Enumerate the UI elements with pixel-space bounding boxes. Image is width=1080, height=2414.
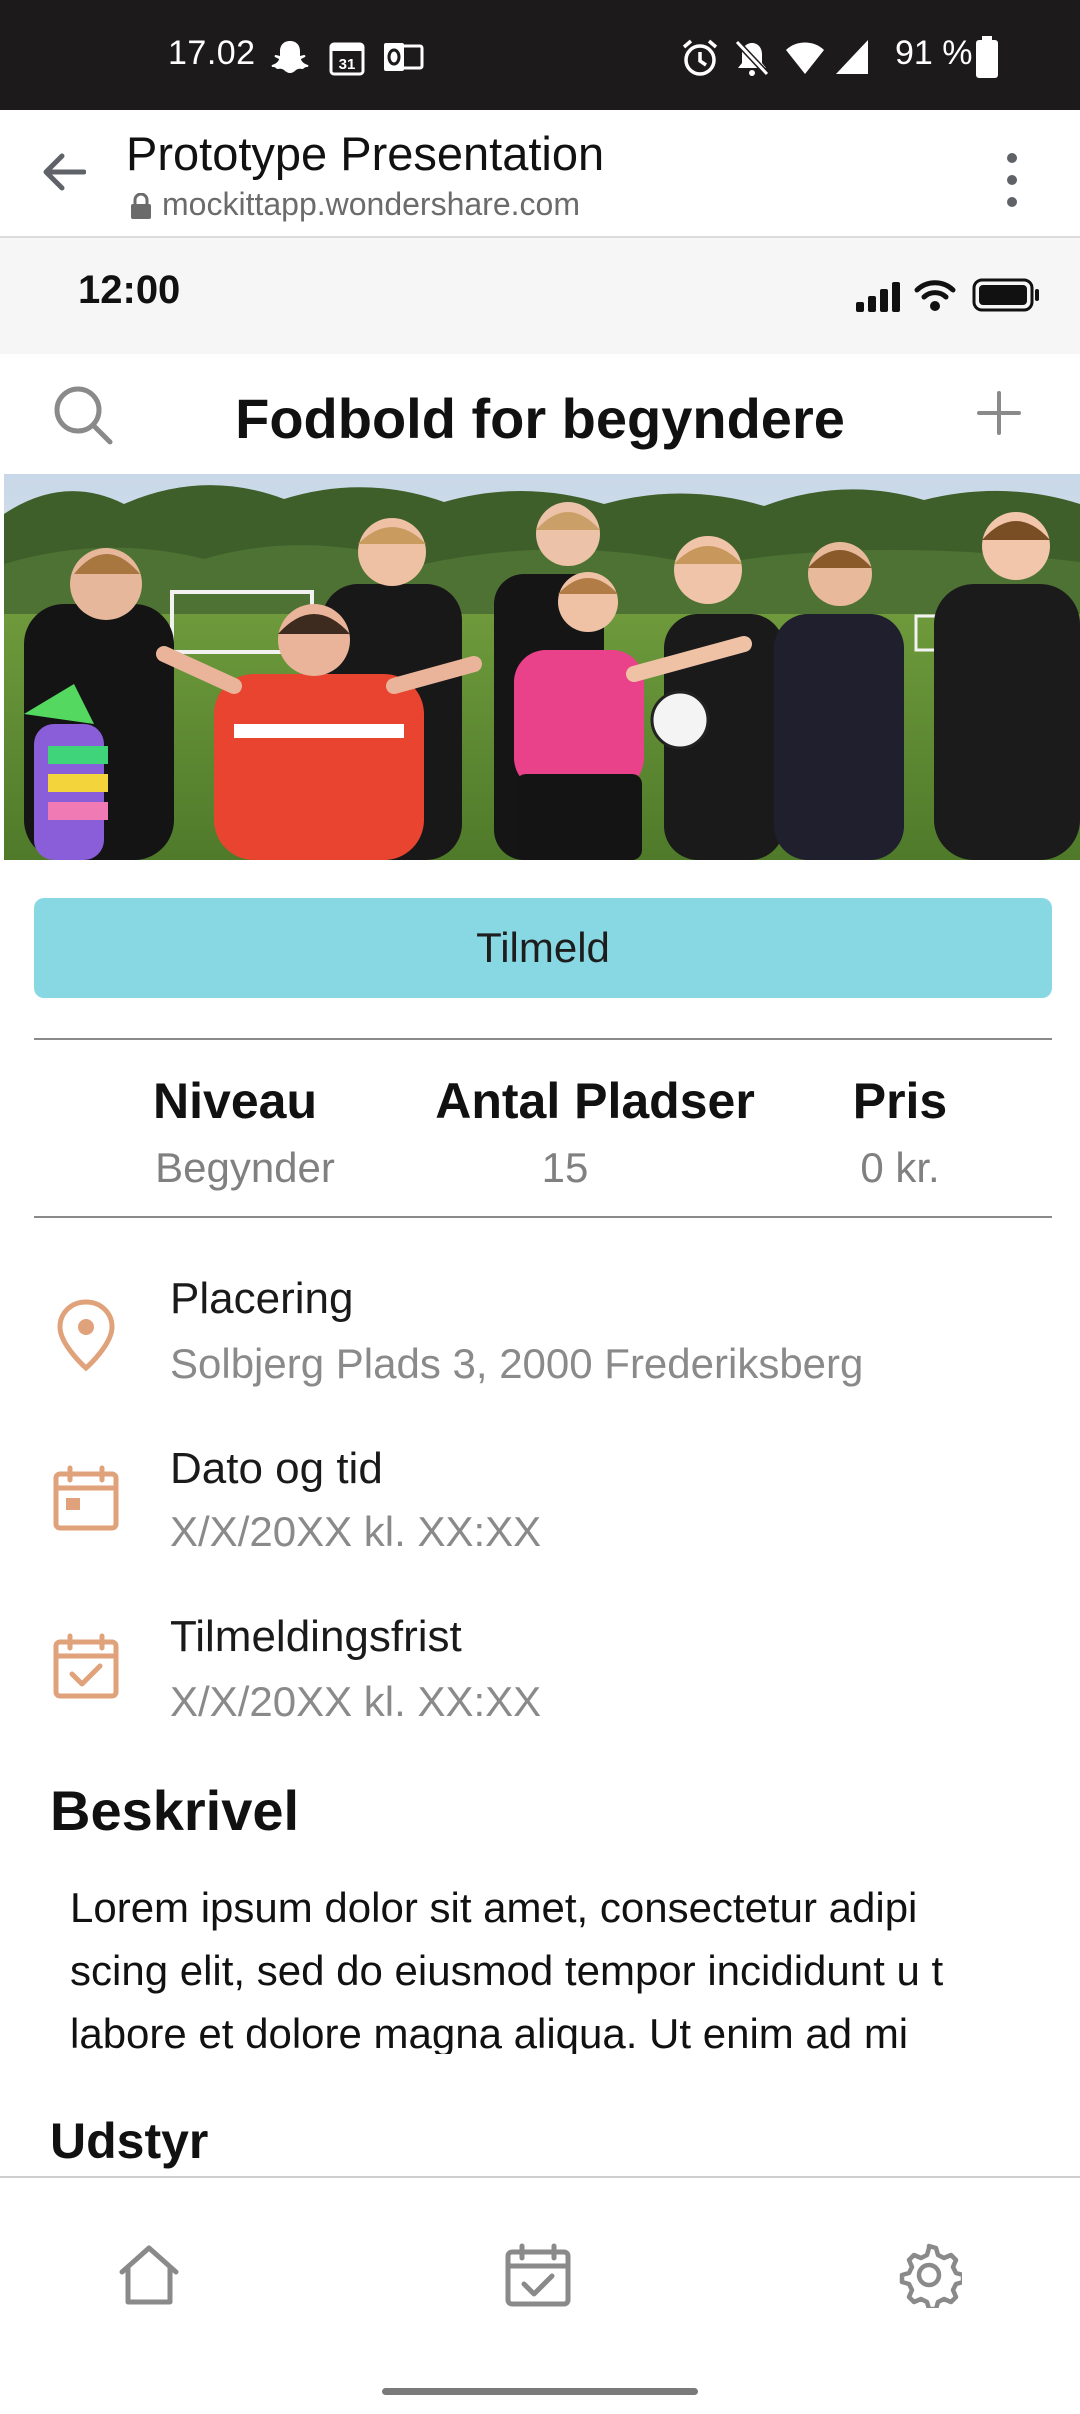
settings-gear-icon[interactable] bbox=[896, 2242, 962, 2308]
stat-label-level: Niveau bbox=[153, 1073, 317, 1129]
mute-icon bbox=[734, 39, 770, 77]
stat-value-level: Begynder bbox=[155, 1144, 335, 1191]
alarm-icon bbox=[682, 39, 718, 76]
home-icon[interactable] bbox=[116, 2242, 182, 2306]
location-pin-icon bbox=[57, 1299, 115, 1372]
divider bbox=[34, 1216, 1052, 1218]
divider bbox=[34, 1038, 1052, 1040]
back-arrow-icon[interactable] bbox=[40, 152, 86, 192]
signup-button-label: Tilmeld bbox=[476, 924, 610, 971]
url-text: mockittapp.wondershare.com bbox=[162, 186, 580, 222]
stat-value-price: 0 kr. bbox=[860, 1144, 940, 1191]
system-status-bar: 17.02 31 91 % bbox=[0, 0, 1080, 110]
browser-page-title: Prototype Presentation bbox=[126, 127, 605, 180]
hero-photo bbox=[4, 474, 1080, 860]
signal-icon bbox=[836, 40, 868, 74]
more-vert-icon[interactable] bbox=[1000, 150, 1024, 210]
battery-icon bbox=[972, 278, 1039, 312]
calendar-icon bbox=[53, 1465, 119, 1531]
stat-value-spots: 15 bbox=[541, 1144, 589, 1191]
search-icon[interactable] bbox=[52, 384, 114, 446]
system-clock: 17.02 bbox=[168, 34, 256, 72]
wifi-icon bbox=[786, 42, 824, 74]
description-heading: Beskrivel bbox=[50, 1779, 300, 1842]
deadline-value: X/X/20XX kl. XX:XX bbox=[170, 1678, 542, 1725]
battery-icon bbox=[976, 36, 998, 78]
lock-icon bbox=[130, 192, 152, 224]
calendar-check-icon bbox=[53, 1633, 119, 1699]
location-label: Placering bbox=[170, 1274, 354, 1323]
datetime-value: X/X/20XX kl. XX:XX bbox=[170, 1508, 542, 1555]
app-header: Fodbold for begyndere bbox=[0, 354, 1080, 474]
calendar-icon: 31 bbox=[329, 42, 365, 76]
calendar-day-text: 31 bbox=[339, 56, 356, 73]
stat-label-price: Pris bbox=[852, 1073, 948, 1129]
gesture-handle[interactable] bbox=[382, 2388, 698, 2395]
calendar-nav-icon[interactable] bbox=[504, 2242, 572, 2308]
stat-label-spots: Antal Pladser bbox=[435, 1073, 755, 1129]
signup-button[interactable]: Tilmeld bbox=[34, 898, 1052, 998]
prototype-status-bar: 12:00 bbox=[0, 238, 1080, 354]
deadline-label: Tilmeldingsfrist bbox=[170, 1612, 462, 1661]
equipment-heading: Udstyr bbox=[50, 2113, 209, 2169]
datetime-label: Dato og tid bbox=[170, 1444, 383, 1493]
browser-toolbar: Prototype Presentation mockittapp.wonder… bbox=[0, 110, 1080, 238]
wifi-icon bbox=[914, 280, 956, 311]
prototype-clock: 12:00 bbox=[78, 268, 181, 312]
plus-icon[interactable] bbox=[976, 390, 1022, 436]
cell-signal-icon bbox=[856, 282, 900, 312]
bottom-navigation bbox=[0, 2176, 1080, 2414]
description-text: Lorem ipsum dolor sit amet, consectetur … bbox=[70, 1884, 944, 2054]
outlook-icon bbox=[384, 43, 424, 71]
snapchat-icon bbox=[271, 41, 309, 73]
battery-percent: 91 % bbox=[895, 34, 973, 72]
location-value: Solbjerg Plads 3, 2000 Frederiksberg bbox=[170, 1340, 864, 1387]
page-title: Fodbold for begyndere bbox=[235, 387, 845, 450]
